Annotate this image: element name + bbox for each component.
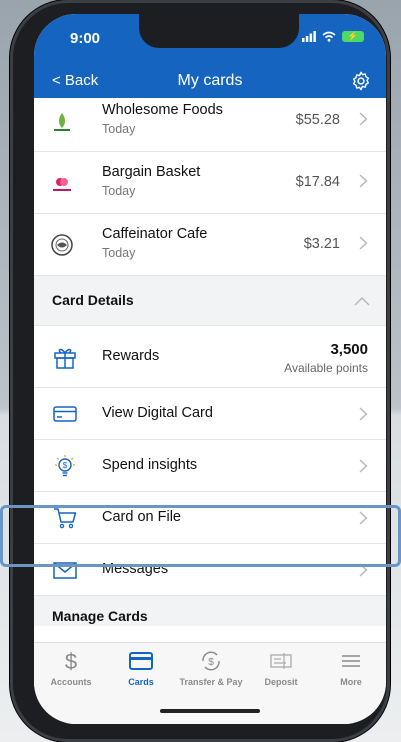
gear-icon[interactable] [350, 70, 372, 92]
transaction-date: Today [102, 246, 136, 260]
dollar-icon: $ [65, 649, 77, 673]
notch [139, 14, 299, 48]
svg-text:$: $ [208, 657, 214, 668]
chevron-right-icon [359, 407, 368, 421]
home-indicator[interactable] [160, 709, 260, 713]
bargain-basket-logo [53, 178, 71, 191]
wholesome-foods-logo [54, 113, 70, 131]
section-title: Manage Cards [52, 608, 148, 624]
status-time: 9:00 [70, 30, 101, 47]
rewards-row[interactable]: Rewards 3,500 Available points [34, 326, 386, 388]
item-label: Messages [102, 561, 169, 577]
spend-insights-row[interactable]: $ Spend insights [34, 440, 386, 492]
page-title: My cards [177, 72, 243, 89]
view-digital-card-row[interactable]: View Digital Card [34, 388, 386, 440]
card-details-header[interactable]: Card Details [34, 276, 386, 326]
screen: 9:00 ⚡ < Back My cards Wholesome Foods T… [34, 14, 386, 724]
rewards-points-label: Available points [284, 361, 368, 375]
tab-label: Deposit [264, 677, 298, 687]
manage-cards-header[interactable]: Manage Cards [34, 596, 386, 626]
item-label: View Digital Card [102, 405, 213, 421]
merchant-name: Bargain Basket [102, 164, 201, 180]
lightbulb-dollar-icon: $ [55, 455, 75, 477]
tab-label: More [340, 677, 362, 687]
chevron-up-icon[interactable] [354, 296, 370, 306]
transaction-date: Today [102, 184, 136, 198]
svg-text:$: $ [63, 461, 68, 470]
phone-frame: 9:00 ⚡ < Back My cards Wholesome Foods T… [10, 0, 390, 742]
tab-bar: $ Accounts Cards $ Transfer & Pay Deposi… [34, 642, 386, 724]
envelope-icon [53, 562, 77, 579]
check-deposit-icon [270, 653, 292, 669]
signal-icon [302, 31, 316, 42]
transfer-icon: $ [202, 651, 220, 671]
gift-icon [54, 348, 76, 369]
messages-row[interactable]: Messages [34, 544, 386, 596]
chevron-right-icon [359, 174, 368, 188]
rewards-points: 3,500 [330, 341, 368, 358]
transaction-amount: $55.28 [295, 112, 340, 128]
tab-label: Cards [128, 677, 154, 687]
caffeinator-cafe-logo [51, 234, 73, 256]
merchant-name: Wholesome Foods [102, 102, 223, 118]
wifi-icon [322, 31, 336, 42]
svg-text:$: $ [65, 649, 77, 673]
card-icon [129, 652, 153, 670]
section-title: Card Details [52, 292, 134, 308]
merchant-name: Caffeinator Cafe [102, 226, 208, 242]
tab-label: Transfer & Pay [179, 677, 243, 687]
chevron-right-icon [359, 563, 368, 577]
cart-icon [54, 508, 77, 529]
item-label: Spend insights [102, 457, 198, 473]
card-on-file-row[interactable]: Card on File [34, 492, 386, 544]
chevron-right-icon [359, 236, 368, 250]
transaction-amount: $17.84 [295, 174, 340, 190]
transaction-row[interactable]: Bargain Basket Today $17.84 [34, 152, 386, 214]
content-list: Wholesome Foods Today $55.28 Bargain Bas… [34, 98, 386, 642]
tab-accounts[interactable]: $ Accounts [36, 649, 106, 687]
menu-icon [342, 655, 360, 667]
rewards-label: Rewards [102, 348, 160, 364]
status-icons: ⚡ [302, 31, 364, 42]
tab-deposit[interactable]: Deposit [246, 649, 316, 687]
nav-bar: < Back My cards [34, 66, 386, 98]
chevron-right-icon [359, 511, 368, 525]
transaction-row[interactable]: Caffeinator Cafe Today $3.21 [34, 214, 386, 276]
chevron-right-icon [359, 459, 368, 473]
tab-cards[interactable]: Cards [106, 649, 176, 687]
battery-icon: ⚡ [342, 31, 364, 42]
chevron-right-icon [359, 112, 368, 126]
tab-transfer-pay[interactable]: $ Transfer & Pay [176, 649, 246, 687]
transaction-date: Today [102, 122, 136, 136]
status-bar: 9:00 ⚡ [34, 14, 386, 66]
transaction-amount: $3.21 [303, 236, 340, 252]
tab-more[interactable]: More [316, 649, 386, 687]
transaction-row[interactable]: Wholesome Foods Today $55.28 [34, 98, 386, 152]
card-icon [53, 406, 77, 422]
item-label: Card on File [102, 509, 181, 525]
tab-label: Accounts [50, 677, 92, 687]
